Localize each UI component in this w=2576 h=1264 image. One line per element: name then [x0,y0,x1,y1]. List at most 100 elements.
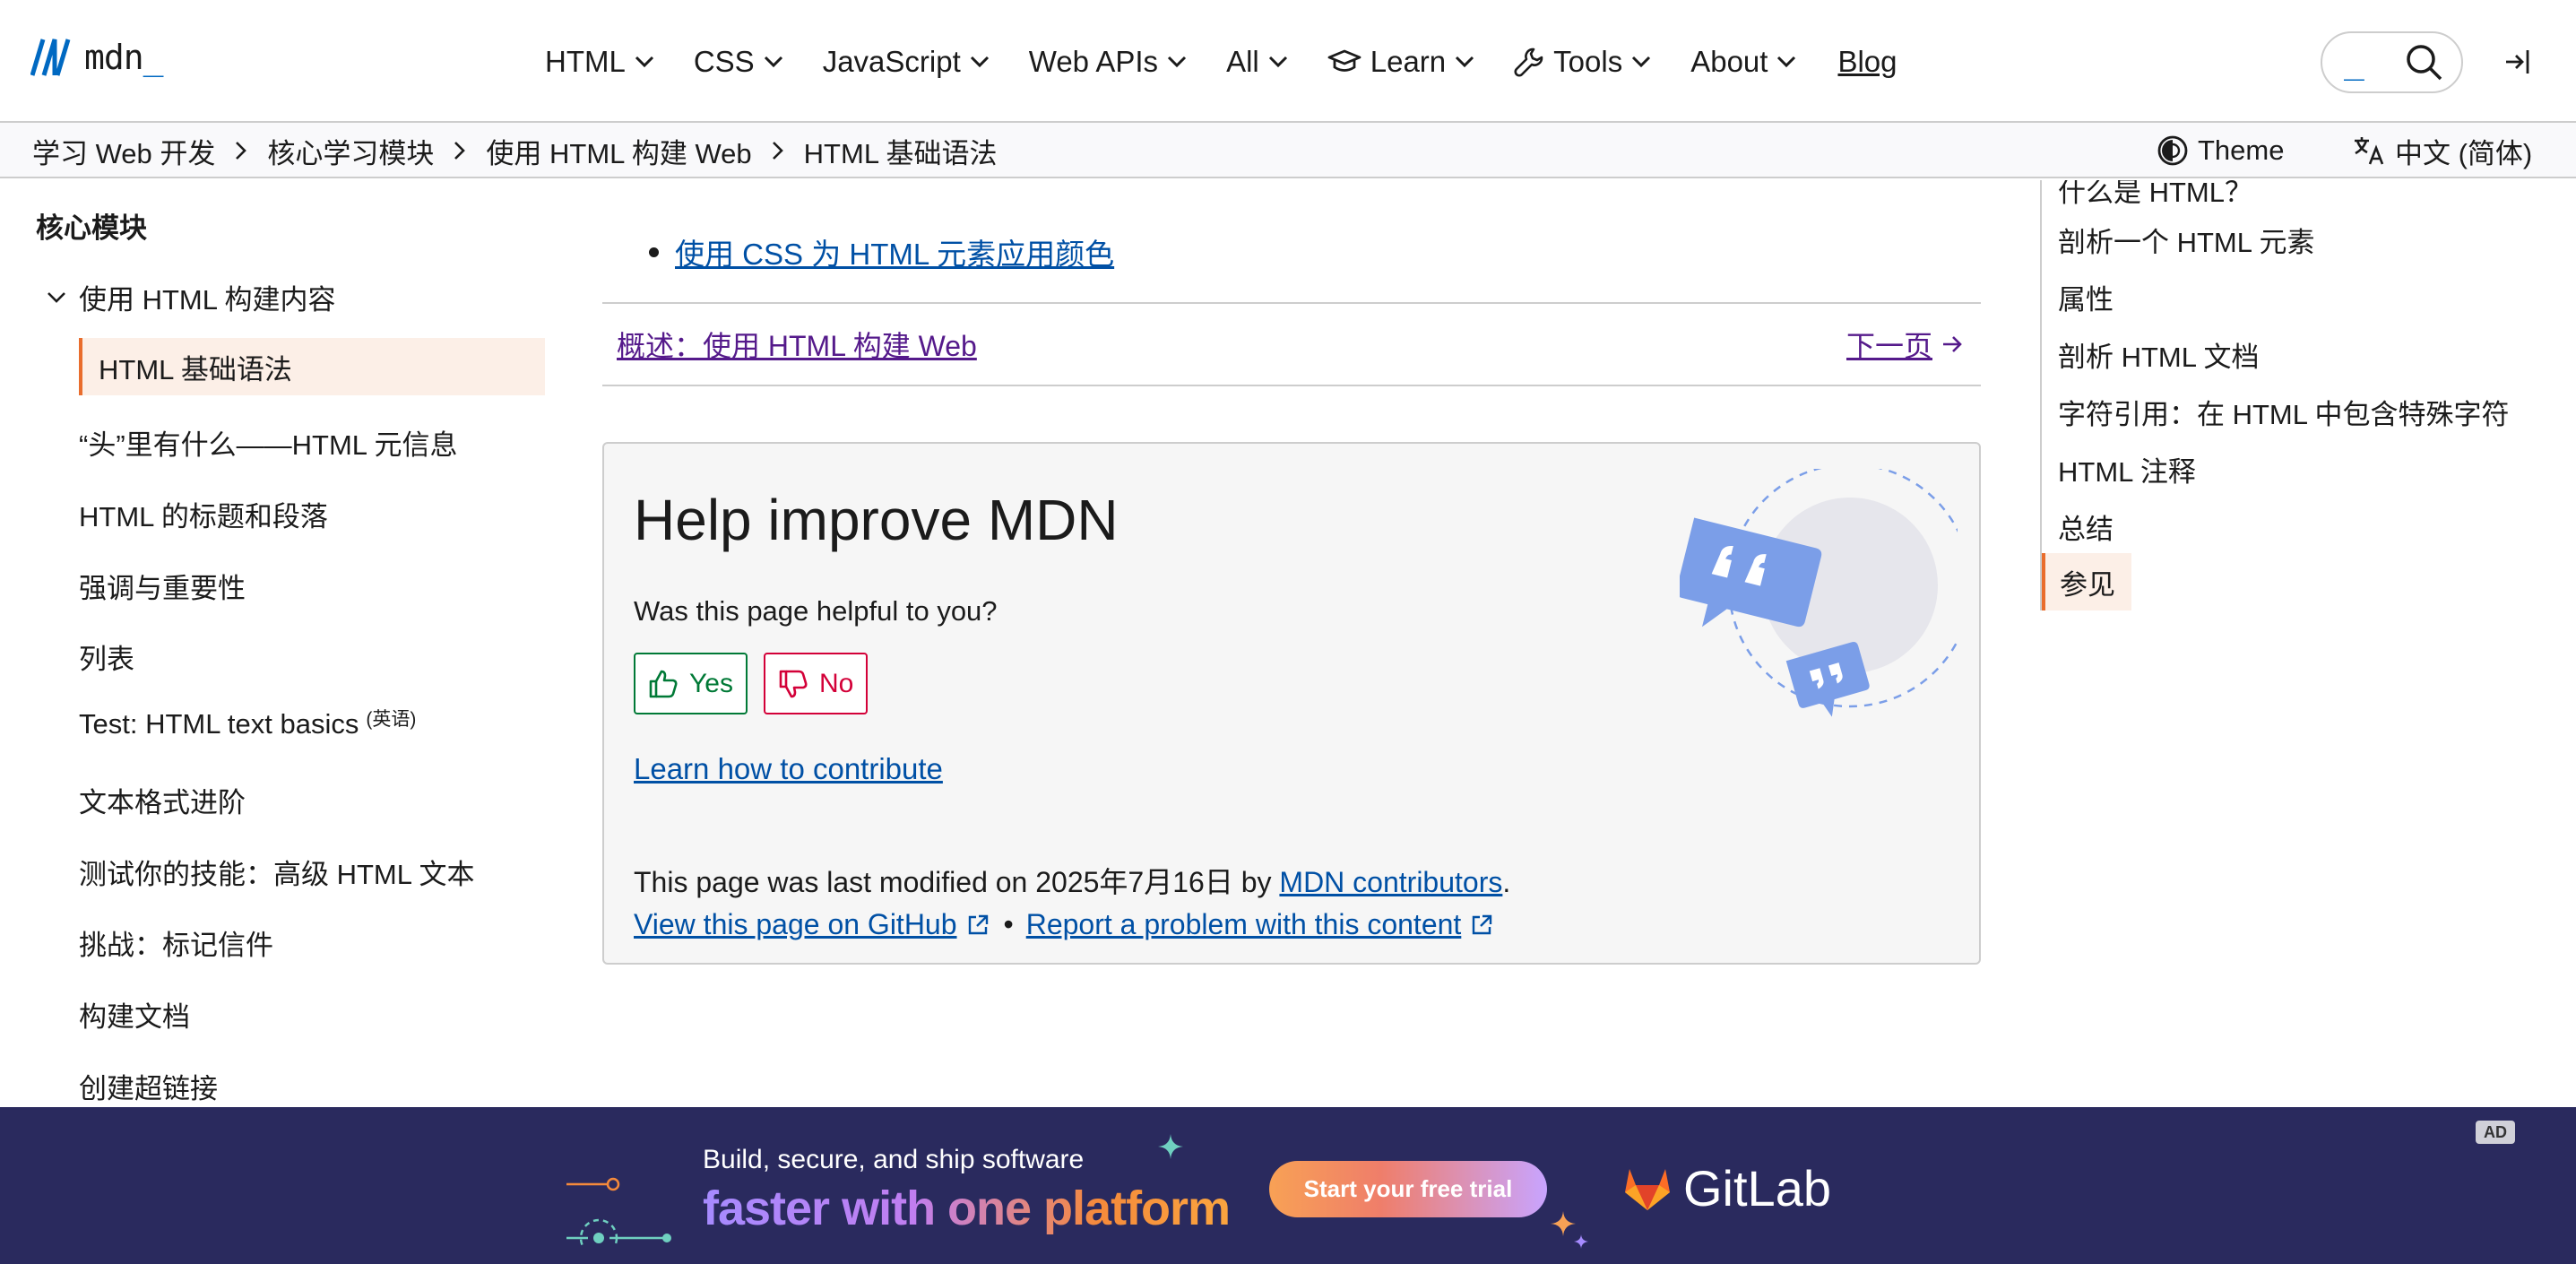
graduation-cap-icon [1327,49,1361,72]
gitlab-logo[interactable]: GitLab [1622,1159,1831,1217]
external-link-icon [1473,914,1492,934]
next-page-link[interactable]: 下一页 [1846,304,1963,385]
sidebar-item-label: 强调与重要性 [79,573,246,604]
github-link[interactable]: View this page on GitHub [634,908,957,941]
sidebar-item-label: 挑战：标记信件 [79,930,273,961]
theme-label: Theme [2198,134,2285,166]
english-tag: (英语) [366,709,417,730]
sidebar-item-head-metadata[interactable]: “头”里有什么——HTML 元信息 [79,422,458,463]
yes-button[interactable]: Yes [634,653,748,714]
toc-item[interactable]: 属性 [2058,277,2114,317]
sparkle-icon [1551,1211,1588,1249]
menu-javascript-label: JavaScript [822,44,961,78]
sidebar-item-hyperlinks[interactable]: 创建超链接 [79,1066,218,1106]
ad-badge: AD [2476,1121,2515,1144]
menu-learn[interactable]: Learn [1327,45,1474,79]
sidebar-section-toggle[interactable]: 使用 HTML 构建内容 [47,277,335,317]
breadcrumb-item[interactable]: 使用 HTML 构建 Web [486,131,751,171]
search-icon[interactable] [2406,44,2443,82]
thumbs-down-icon [779,670,808,697]
menu-all[interactable]: All [1226,45,1288,79]
breadcrumb-item[interactable]: 核心学习模块 [267,131,434,171]
list-bullet [649,247,659,257]
toc-item[interactable]: 字符引用：在 HTML 中包含特殊字符 [2058,392,2509,432]
sidebar-item-test-advanced[interactable]: 测试你的技能：高级 HTML 文本 [79,852,474,892]
modified-by: by [1232,866,1280,898]
chevron-down-icon [1632,56,1651,67]
top-navigation: mdn_ HTML CSS JavaScript Web APIs All Le… [0,0,2576,123]
menu-css[interactable]: CSS [694,45,783,79]
toc-item[interactable]: 剖析 HTML 文档 [2058,334,2259,375]
css-colors-link[interactable]: 使用 CSS 为 HTML 元素应用颜色 [675,230,1114,273]
menu-blog-link[interactable]: Blog [1837,45,1897,79]
sidebar-item-lists[interactable]: 列表 [79,636,134,677]
menu-tools[interactable]: Tools [1514,45,1651,79]
search-cursor: _ [2344,40,2364,81]
menu-tools-label: Tools [1553,44,1623,78]
sidebar-item-document-structure[interactable]: 构建文档 [79,994,190,1035]
language-switcher[interactable]: 中文 (简体) [2352,123,2532,178]
last-modified-text: This page was last modified on 2025年7月16… [634,860,1510,901]
sidebar-item-label: HTML 基础语法 [99,353,292,385]
toc-item[interactable]: 总结 [2058,506,2114,547]
ad-cta-button[interactable]: Start your free trial [1269,1161,1547,1217]
search-input[interactable]: _ [2321,31,2463,93]
previous-page-link[interactable]: 概述：使用 HTML 构建 Web [617,304,977,385]
sidebar-item-label: 文本格式进阶 [79,787,246,818]
sidebar-item-challenge-letter[interactable]: 挑战：标记信件 [79,922,273,963]
list-item: 使用 CSS 为 HTML 元素应用颜色 [649,230,1114,273]
toc-item-label: 参见 [2060,568,2115,601]
chevron-down-icon [1168,56,1187,67]
no-button[interactable]: No [764,653,869,714]
sidebar-item-advanced-text[interactable]: 文本格式进阶 [79,780,246,820]
breadcrumb-item[interactable]: HTML 基础语法 [804,131,998,171]
toc-item[interactable]: HTML 注释 [2058,449,2196,489]
next-page-label: 下一页 [1846,330,1932,362]
main-menu: HTML CSS JavaScript Web APIs All Learn T… [545,0,1897,123]
menu-html-label: HTML [545,44,626,78]
login-icon [2506,50,2529,74]
mdn-logo[interactable]: mdn_ [30,38,164,77]
theme-switcher[interactable]: Theme [2157,123,2284,178]
sidebar-item-html-basics[interactable]: HTML 基础语法 [79,338,545,395]
sidebar-item-headings-paragraphs[interactable]: HTML 的标题和段落 [79,494,328,534]
menu-about[interactable]: About [1690,45,1796,79]
chevron-down-icon [1268,56,1287,67]
chevron-down-icon [635,56,653,67]
ad-banner[interactable]: Build, secure, and ship software faster … [0,1107,2576,1264]
logo-wordmark: mdn_ [84,38,164,77]
login-button[interactable] [2503,47,2534,77]
breadcrumb-item[interactable]: 学习 Web 开发 [32,131,215,171]
feedback-question: Was this page helpful to you? [634,595,998,627]
menu-html[interactable]: HTML [545,45,654,79]
source-links: View this page on GitHub • Report a prob… [634,908,1508,941]
ad-decoration-icon [566,1177,671,1245]
language-label: 中文 (简体) [2395,137,2533,169]
chevron-down-icon [1456,56,1474,67]
modified-suffix: . [1502,866,1511,898]
sidebar-item-label: 列表 [79,644,134,675]
external-link-icon [968,914,988,934]
contributors-link[interactable]: MDN contributors [1279,866,1502,898]
sidebar-item-test-text-basics[interactable]: Test: HTML text basics (英语) [79,708,416,740]
sidebar-item-label: 测试你的技能：高级 HTML 文本 [79,859,475,890]
theme-icon [2157,135,2188,166]
toc-item[interactable]: 什么是 HTML？ [2058,180,2252,210]
menu-all-label: All [1226,44,1259,78]
menu-web-apis[interactable]: Web APIs [1029,45,1187,79]
sidebar-item-label: HTML 的标题和段落 [79,501,328,532]
translate-icon [2355,137,2384,165]
contribute-link[interactable]: Learn how to contribute [634,752,943,786]
modified-date: 2025年7月16日 [1035,866,1233,898]
report-problem-link[interactable]: Report a problem with this content [1026,908,1462,941]
chevron-down-icon [970,56,989,67]
toc-rail [2040,180,2042,610]
toc-item[interactable]: 剖析一个 HTML 元素 [2058,220,2314,260]
toc-item-active[interactable]: 参见 [2042,553,2131,610]
sidebar-item-emphasis[interactable]: 强调与重要性 [79,566,246,606]
chevron-down-icon [48,291,65,303]
gitlab-icon [1625,1168,1670,1210]
menu-javascript[interactable]: JavaScript [823,45,990,79]
separator-bullet: • [1003,908,1014,940]
wrench-icon [1514,48,1543,77]
